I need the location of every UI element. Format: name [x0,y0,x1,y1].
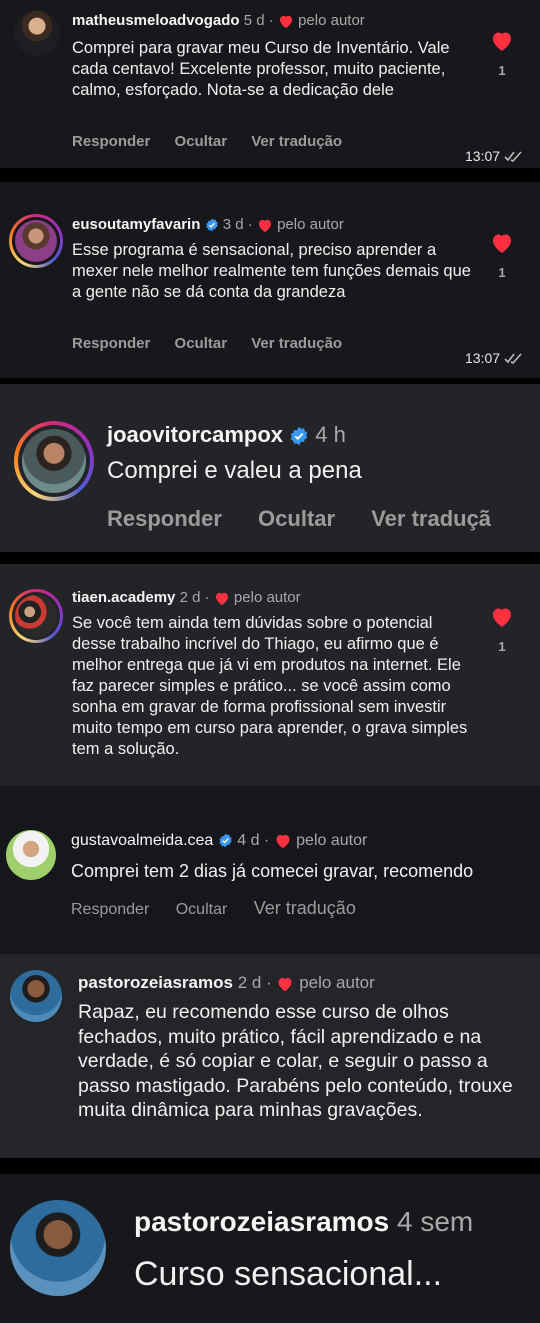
separator [0,552,540,564]
reply-button[interactable]: Responder [71,901,149,918]
comment-card: pastorozeiasramos 2 d · pelo autor Rapaz… [0,954,540,1158]
heart-icon [215,592,228,605]
comment-text: Esse programa é sensacional, preciso apr… [72,241,471,301]
avatar[interactable] [6,830,56,880]
comment-meta: gustavoalmeida.cea 4 d · pelo autor [71,832,367,850]
hide-button[interactable]: Ocultar [175,335,228,352]
liked-by-author-label: pelo autor [277,216,344,233]
comment-text: Curso sensacional... [134,1255,443,1293]
comment-meta: joaovitorcampox 4 h [107,422,346,448]
hide-button[interactable]: Ocultar [258,506,335,531]
heart-icon [276,834,290,849]
comment-text: Comprei e valeu a pena [107,457,362,484]
comment-text: Comprei tem 2 dias já comecei gravar, re… [71,861,474,881]
comment-card: joaovitorcampox 4 h Comprei e valeu a pe… [0,384,540,552]
comment-card: tiaen.academy 2 d · pelo autor Se você t… [0,564,540,786]
avatar[interactable] [14,10,60,56]
comment-meta: tiaen.academy 2 d · pelo autor [72,589,301,606]
comment-meta: eusoutamyfavarin 3 d · pelo autor [72,216,344,233]
timestamp: 4 d · [237,832,270,849]
liked-by-author-label: pelo autor [299,973,375,992]
username[interactable]: matheusmeloadvogado [72,12,240,29]
double-check-icon [504,151,522,163]
timestamp: 3 d · [222,216,253,233]
timestamp: 2 d · [237,973,272,992]
like-count: 1 [498,639,506,654]
username[interactable]: pastorozeiasramos [134,1206,389,1237]
comment-meta: matheusmeloadvogado 5 d · pelo autor [72,12,365,29]
heart-icon[interactable] [490,30,514,52]
timestamp: 5 d · [243,12,274,29]
heart-icon[interactable] [490,232,514,254]
time-label: 13:07 [465,350,501,366]
like-count: 1 [498,265,506,280]
verified-badge-icon [290,427,308,446]
message-time: 13:07 [465,148,524,164]
avatar[interactable] [22,429,86,493]
like-control[interactable]: 1 [487,232,517,280]
avatar[interactable] [15,595,57,637]
comment-card: gustavoalmeida.cea 4 d · pelo autor Comp… [0,786,540,954]
comment-actions: Responder Ocultar Ver tradução [72,335,362,352]
comment-actions: Responder Ocultar Ver traduçã [107,506,511,532]
message-time: 13:07 [465,350,524,366]
timestamp: 4 h [315,422,346,447]
liked-by-author-label: pelo autor [296,832,368,849]
verified-badge-icon [219,833,232,848]
reply-button[interactable]: Responder [72,133,150,150]
comment-card: matheusmeloadvogado 5 d · pelo autor Com… [0,0,540,168]
avatar[interactable] [10,970,62,1022]
username[interactable]: joaovitorcampox [107,422,283,447]
username[interactable]: gustavoalmeida.cea [71,832,213,849]
hide-button[interactable]: Ocultar [176,901,228,918]
reply-button[interactable]: Responder [72,335,150,352]
time-label: 13:07 [465,148,501,164]
avatar[interactable] [15,220,57,262]
heart-icon [258,219,271,232]
translate-button[interactable]: Ver tradução [251,133,342,150]
comment-actions: Responder Ocultar Ver tradução [72,133,362,150]
avatar[interactable] [10,1200,106,1296]
comment-meta: pastorozeiasramos 2 d · pelo autor [78,973,375,993]
liked-by-author-label: pelo autor [233,589,301,606]
timestamp: 4 sem [397,1206,474,1237]
heart-icon [278,977,292,991]
heart-icon [279,15,292,28]
heart-icon[interactable] [490,606,514,628]
verified-badge-icon [205,218,218,232]
separator [0,1158,540,1174]
translate-button[interactable]: Ver tradução [254,898,356,918]
like-count: 1 [498,63,506,78]
reply-button[interactable]: Responder [107,506,222,531]
translate-button[interactable]: Ver tradução [251,335,342,352]
like-control[interactable]: 1 [487,606,517,654]
translate-button[interactable]: Ver traduçã [371,506,491,531]
comment-text: Rapaz, eu recomendo esse curso de olhos … [78,1001,513,1121]
username[interactable]: pastorozeiasramos [78,973,233,992]
separator [0,168,540,182]
like-control[interactable]: 1 [487,30,517,78]
comment-meta: pastorozeiasramos 4 sem [134,1206,473,1238]
comment-actions: Responder Ocultar Ver tradução [71,898,376,919]
hide-button[interactable]: Ocultar [175,133,228,150]
comment-card: eusoutamyfavarin 3 d · pelo autor Esse p… [0,182,540,378]
username[interactable]: tiaen.academy [72,589,175,606]
username[interactable]: eusoutamyfavarin [72,216,200,233]
timestamp: 2 d · [179,589,210,606]
comment-card: pastorozeiasramos 4 sem Curso sensaciona… [0,1174,540,1323]
comment-text: Comprei para gravar meu Curso de Inventá… [72,39,450,99]
double-check-icon [504,353,522,365]
comment-text: Se você tem ainda tem dúvidas sobre o po… [72,614,468,758]
liked-by-author-label: pelo autor [298,12,365,29]
